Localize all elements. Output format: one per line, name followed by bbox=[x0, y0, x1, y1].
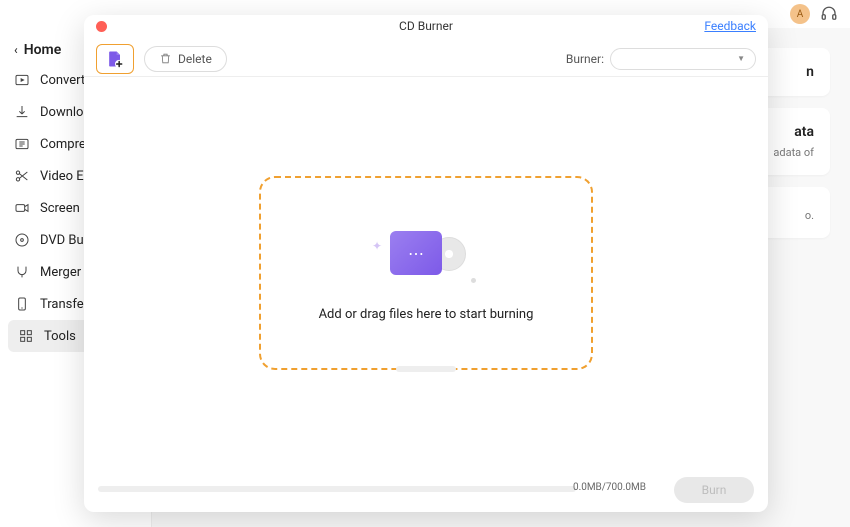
dropzone-text: Add or drag files here to start burning bbox=[319, 307, 534, 322]
dropzone-tray bbox=[396, 366, 456, 372]
grid-icon bbox=[18, 328, 34, 344]
compress-icon bbox=[14, 136, 30, 152]
file-add-icon bbox=[105, 49, 125, 69]
delete-button[interactable]: Delete bbox=[144, 46, 227, 72]
sparkle-icon: ✦ bbox=[372, 239, 382, 253]
chevron-left-icon: ‹ bbox=[14, 43, 18, 57]
transfer-icon bbox=[14, 296, 30, 312]
dropzone-illustration: ✦ ⋯ bbox=[376, 223, 476, 283]
modal-toolbar: Delete Burner: ▼ bbox=[84, 41, 768, 77]
delete-label: Delete bbox=[178, 52, 212, 66]
sidebar-item-label: Tools bbox=[44, 329, 76, 344]
progress-bar bbox=[98, 486, 576, 492]
download-icon bbox=[14, 104, 30, 120]
scissors-icon bbox=[14, 168, 30, 184]
close-icon[interactable] bbox=[96, 21, 107, 32]
burner-group: Burner: ▼ bbox=[566, 48, 756, 70]
feedback-link[interactable]: Feedback bbox=[704, 19, 756, 33]
sidebar-item-label: Merger bbox=[40, 265, 81, 280]
trash-icon bbox=[159, 52, 172, 65]
converter-icon bbox=[14, 72, 30, 88]
camera-icon bbox=[14, 200, 30, 216]
cd-burner-modal: CD Burner Feedback Delete Burner: ▼ bbox=[84, 15, 768, 512]
home-label: Home bbox=[24, 42, 62, 58]
modal-content: ✦ ⋯ Add or drag files here to start burn… bbox=[84, 77, 768, 468]
dropzone[interactable]: ✦ ⋯ Add or drag files here to start burn… bbox=[259, 176, 593, 370]
add-file-button[interactable] bbox=[96, 44, 134, 74]
avatar[interactable]: A bbox=[790, 4, 810, 24]
burn-button[interactable]: Burn bbox=[674, 477, 754, 503]
modal-header: CD Burner Feedback bbox=[84, 15, 768, 37]
headset-icon[interactable] bbox=[820, 5, 838, 23]
dot-icon bbox=[471, 278, 476, 283]
burner-select[interactable]: ▼ bbox=[610, 48, 756, 70]
burner-label: Burner: bbox=[566, 52, 604, 66]
merge-icon bbox=[14, 264, 30, 280]
progress-text: 0.0MB/700.0MB bbox=[573, 482, 646, 493]
modal-title: CD Burner bbox=[399, 19, 453, 33]
folder-icon: ⋯ bbox=[390, 231, 442, 275]
progress-wrap: 0.0MB/700.0MB bbox=[98, 486, 576, 494]
sidebar-item-label: Transfer bbox=[40, 297, 88, 312]
disc-icon bbox=[14, 232, 30, 248]
modal-footer: 0.0MB/700.0MB Burn bbox=[84, 468, 768, 512]
chevron-down-icon: ▼ bbox=[737, 54, 745, 63]
